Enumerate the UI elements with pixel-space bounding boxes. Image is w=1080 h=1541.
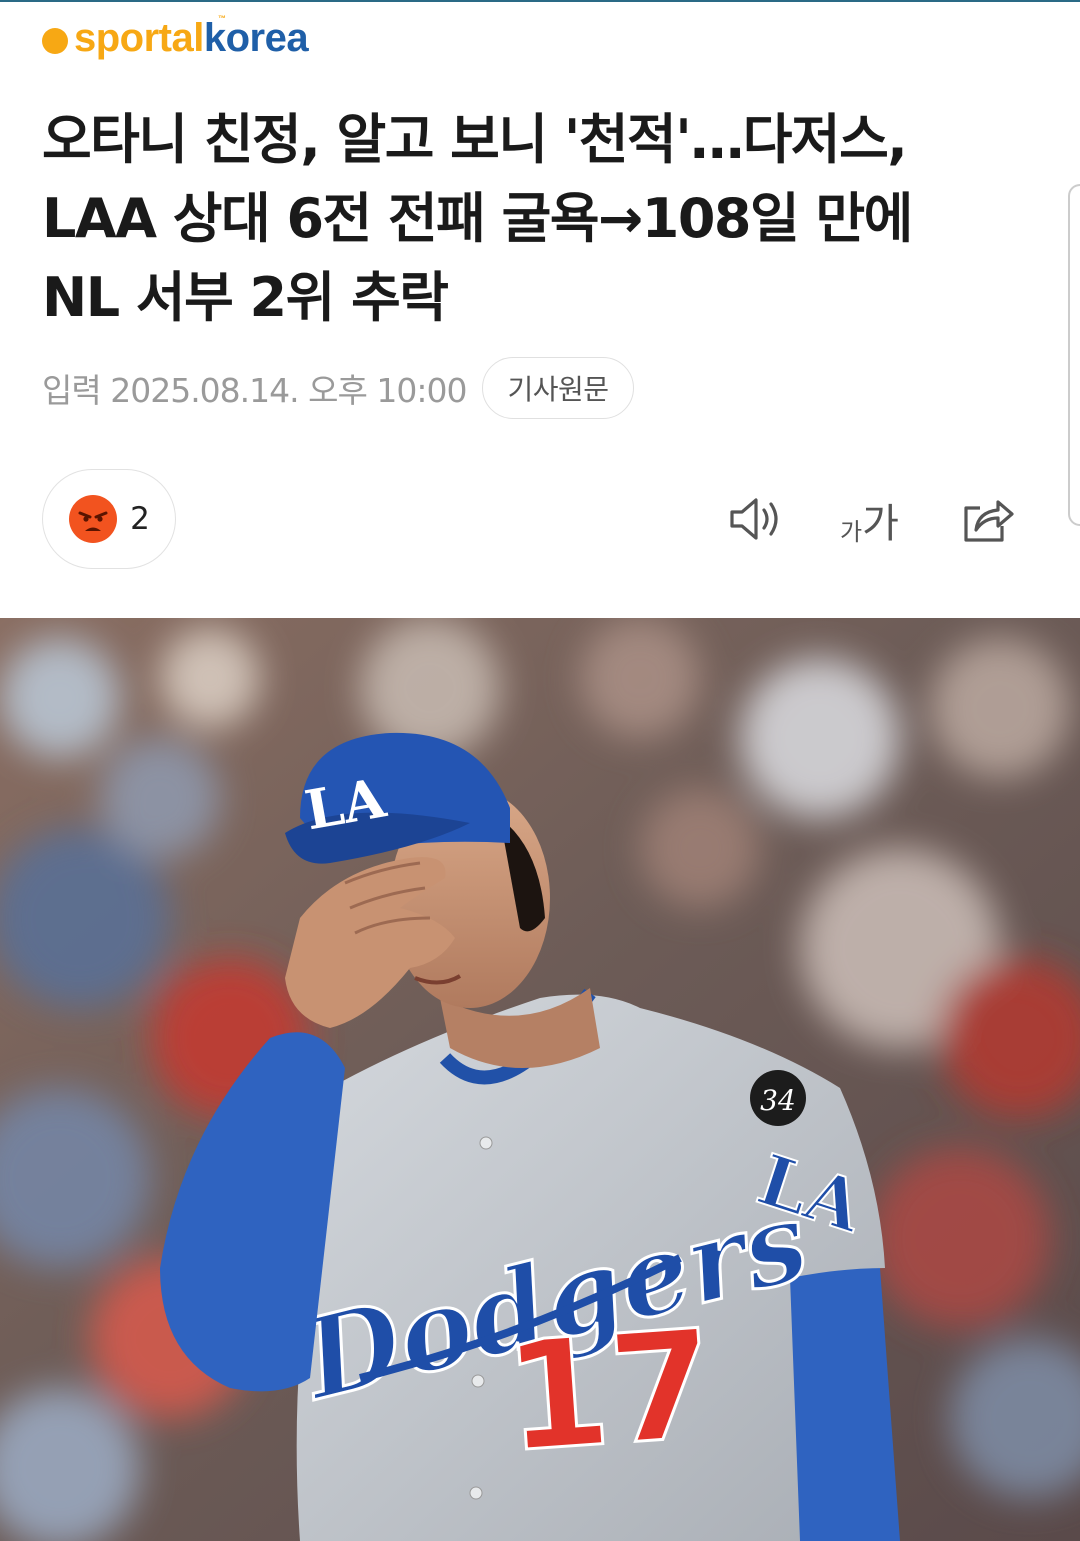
side-scroll-handle[interactable] <box>1068 184 1080 526</box>
headline-line-3: NL 서부 2위 추락 <box>42 266 449 329</box>
font-size-large-glyph: 가 <box>862 501 899 547</box>
headline-line-2: LAA 상대 6전 전패 굴욕→108일 만에 <box>42 187 913 250</box>
published-date: 입력 2025.08.14. 오후 10:00 <box>42 371 467 410</box>
article-headline: 오타니 친정, 알고 보니 '천적'…다저스, LAA 상대 6전 전패 굴욕→… <box>42 100 1032 337</box>
reaction-button[interactable]: 2 <box>42 469 176 569</box>
font-size-button[interactable]: 가 가 <box>840 494 899 547</box>
article-page: sportal korea ™ 오타니 친정, 알고 보니 '천적'…다저스, … <box>0 0 1080 1541</box>
publisher-logo[interactable]: sportal korea ™ <box>42 14 309 62</box>
speaker-icon[interactable] <box>726 490 784 548</box>
original-article-button[interactable]: 기사원문 <box>482 357 634 419</box>
logo-dot <box>42 28 68 54</box>
headline-line-1: 오타니 친정, 알고 보니 '천적'…다저스, <box>42 108 908 171</box>
top-rule <box>0 0 1080 2</box>
angry-face-icon <box>69 495 118 543</box>
logo-text-sportal: sportal <box>74 15 204 60</box>
photo-ohtani-dodgers: Dodgers 17 34 LA LA <box>0 618 1080 1541</box>
reaction-count: 2 <box>130 501 150 537</box>
article-photo: Dodgers 17 34 LA LA <box>0 618 1080 1541</box>
sleeve-patch-number: 34 <box>760 1084 796 1117</box>
article-meta: 입력 2025.08.14. 오후 10:00 기사원문 <box>42 356 634 420</box>
font-size-small-glyph: 가 <box>840 518 862 546</box>
logo-trademark: ™ <box>218 14 226 23</box>
share-icon[interactable] <box>958 490 1016 548</box>
jersey-number: 17 <box>499 1298 719 1486</box>
